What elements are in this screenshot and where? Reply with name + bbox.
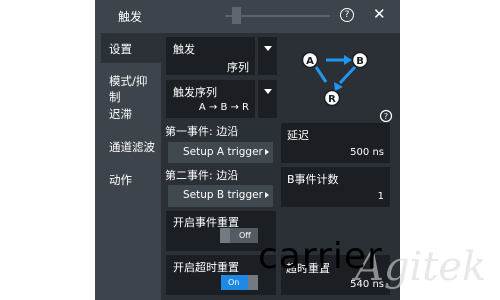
node-r-label: R (328, 94, 336, 105)
chevron-down-icon (264, 89, 272, 94)
setup-b-trigger-button[interactable]: Setup B trigger (168, 185, 273, 207)
node-b-label: B (356, 56, 364, 67)
sidebar: 设置 模式/抑制 迟滞 通道滤波 动作 (101, 33, 163, 300)
arrow-b-to-r (338, 65, 357, 85)
sidebar-item-label: 迟滞 (109, 107, 132, 121)
chevron-right-icon (265, 149, 269, 155)
sidebar-item-label: 设置 (109, 42, 132, 56)
chevron-right-icon (265, 192, 269, 198)
delay-field[interactable]: 延迟 500 ns (281, 123, 390, 163)
trigger-type-field[interactable]: 触发 序列 (166, 37, 255, 75)
timeout-reset-state: On (228, 278, 240, 287)
arrow-a-to-b-head (344, 55, 352, 65)
sequence-diagram-graphic: A B R ? (301, 51, 393, 123)
delay-value: 500 ns (350, 147, 384, 158)
screenshot-canvas: 触发 ? ✕ 设置 模式/抑制 迟滞 通道滤波 动作 触发 序列 触发序列 A … (0, 0, 500, 300)
toggle-knob (220, 228, 230, 243)
sidebar-item-hysteresis[interactable]: 迟滞 (101, 98, 156, 128)
sequence-diagram: A B R ? (286, 37, 394, 123)
trigger-type-value: 序列 (227, 61, 249, 74)
setup-a-trigger-label: Setup A trigger (183, 146, 263, 158)
timeout-reset-toggle[interactable]: On (221, 275, 258, 290)
close-icon[interactable]: ✕ (373, 5, 386, 23)
event-reset-state: Off (239, 231, 251, 240)
trigger-type-dropdown-button[interactable] (258, 37, 277, 75)
delay-label: 延迟 (287, 129, 309, 142)
trigger-sequence-label: 触发序列 (173, 86, 217, 99)
sidebar-item-channel-filter[interactable]: 通道滤波 (101, 131, 156, 161)
title-bar: 触发 ? ✕ (95, 0, 400, 33)
enable-timeout-reset-label: 开启超时重置 (173, 261, 239, 274)
diagram-help-glyph: ? (384, 112, 388, 121)
second-event-label: 第二事件: 边沿 (165, 169, 239, 182)
sidebar-item-mode-holdoff[interactable]: 模式/抑制 (101, 65, 156, 104)
carrier-watermark: carrier (258, 236, 383, 277)
b-event-count-label: B事件计数 (287, 173, 339, 186)
trigger-sequence-value: A → B → R (198, 102, 249, 113)
setup-b-trigger-label: Setup B trigger (183, 189, 263, 201)
chevron-down-icon (264, 46, 272, 51)
trigger-type-label: 触发 (173, 43, 195, 56)
setup-a-trigger-button[interactable]: Setup A trigger (168, 142, 273, 163)
event-reset-toggle[interactable]: Off (220, 228, 258, 243)
dialog-title: 触发 (118, 10, 143, 24)
arrow-a-to-r (314, 66, 328, 83)
b-event-count-field[interactable]: B事件计数 1 (281, 167, 390, 207)
node-a-label: A (306, 56, 314, 67)
toggle-knob (248, 275, 258, 290)
sidebar-item-label: 通道滤波 (109, 140, 155, 154)
sidebar-item-label: 动作 (109, 173, 132, 187)
trigger-sequence-field[interactable]: 触发序列 A → B → R (166, 80, 255, 118)
b-event-count-value: 1 (377, 191, 384, 202)
help-icon[interactable]: ? (340, 8, 354, 22)
sidebar-item-action[interactable]: 动作 (101, 164, 156, 194)
trigger-sequence-dropdown-button[interactable] (258, 80, 277, 118)
sidebar-item-settings[interactable]: 设置 (101, 33, 163, 63)
opacity-slider-thumb[interactable] (232, 7, 241, 24)
first-event-label: 第一事件: 边沿 (165, 125, 239, 138)
